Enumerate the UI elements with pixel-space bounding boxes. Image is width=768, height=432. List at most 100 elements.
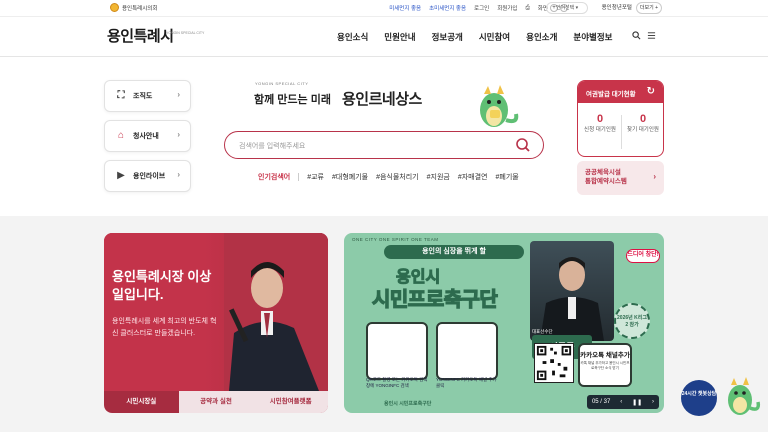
popular-keywords: 인기검색어 #교류 #대형폐기물 #음식물처리기 #지원금 #자매결연 #폐기물 xyxy=(258,172,519,182)
season-badge: 2026년 K리그2 참가 xyxy=(614,303,650,339)
main-navigation: 용인소식 민원안내 정보공개 시민참여 용인소개 분야별정보 xyxy=(337,31,613,43)
slide-counter: 05 / 37 xyxy=(591,399,611,405)
banner-slider-controls: 05 / 37 ‹ ❚❚ › xyxy=(587,395,659,409)
council-label: 용인특례시의회 xyxy=(122,5,158,12)
language-select[interactable]: 언어선택 ▾ xyxy=(546,2,588,14)
new-team-badge: 드디어 창단! xyxy=(626,249,660,263)
mayor-photo-area xyxy=(104,233,328,391)
hero-tagline-brand: 용인르네상스 xyxy=(342,91,422,108)
site-logo-subtitle: YONGIN SPECIAL CITY xyxy=(166,31,205,35)
utility-links: 미세먼지 좋음 초미세먼지 좋음 로그인 회원가입 ⎙ 화면 + − xyxy=(389,4,568,12)
youth-portal-link[interactable]: 용인청년포털 xyxy=(602,3,632,11)
signup-link[interactable]: 회원가입 xyxy=(497,4,517,12)
video-play-icon: ▶ xyxy=(117,170,125,181)
council-link[interactable]: 용인특례시의회 xyxy=(110,3,157,12)
nav-yongin-news[interactable]: 용인소식 xyxy=(337,31,368,43)
search-icon[interactable] xyxy=(632,31,641,40)
keyword-link[interactable]: #폐기물 xyxy=(496,172,519,182)
mayor-photo xyxy=(224,233,328,391)
divider xyxy=(298,173,300,181)
keyword-link[interactable]: #지원금 xyxy=(427,172,450,182)
applying-wait: 0 신청 대기인원 xyxy=(580,113,620,134)
chatbot-button[interactable]: 24시간 챗봇상담 xyxy=(681,380,717,416)
keyword-link[interactable]: #교류 xyxy=(307,172,324,182)
passport-widget-title: 여권발급 대기현황 xyxy=(586,91,636,98)
quick-link-label: 조직도 xyxy=(133,93,153,100)
chevron-right-icon: › xyxy=(653,172,656,181)
applying-wait-count: 0 xyxy=(596,113,604,125)
banner-step-2: YONGINFC 카카오톡 채널 추가 클릭 xyxy=(436,377,497,388)
header-icons xyxy=(632,31,656,40)
passport-widget-header: 여권발급 대기현황 ↻ xyxy=(578,81,663,103)
receiving-wait-count: 0 xyxy=(639,113,647,125)
print-icon[interactable]: ⎙ xyxy=(525,5,529,12)
passport-wait-widget: 여권발급 대기현황 ↻ 0 신청 대기인원 0 찾기 대기인원 xyxy=(577,80,664,157)
tab-citizen-mayor-office[interactable]: 시민시장실 xyxy=(104,391,179,413)
kakao-channel-card: 카카오톡 채널추가 카톡 채널 추가하고 용인시 시민프로축구단 소식 받기 xyxy=(578,343,632,387)
site-header: 용인특례시 YONGIN SPECIAL CITY 용인소식 민원안내 정보공개… xyxy=(0,17,768,57)
chevron-right-icon: › xyxy=(177,90,180,99)
next-slide-icon[interactable]: › xyxy=(652,399,654,405)
facility-label-line2: 통합예약시스템 xyxy=(585,178,627,185)
pause-icon[interactable]: ❚❚ xyxy=(632,399,642,406)
nav-civil-service[interactable]: 민원안내 xyxy=(384,31,415,43)
location-pin-icon: ⌂ xyxy=(117,130,125,141)
quick-link-label: 청사안내 xyxy=(133,133,159,140)
nav-citizen-participation[interactable]: 시민참여 xyxy=(479,31,510,43)
mayor-card-description: 용인특례시를 세계 최고의 반도체 혁신 클러스터로 만들겠습니다. xyxy=(112,318,217,337)
quick-link-org-chart[interactable]: ⛶ 조직도 › xyxy=(104,80,191,112)
mayor-card-title: 용인특례시장 이상일입니다. xyxy=(112,269,212,302)
qr-code-icon xyxy=(534,343,574,383)
prev-slide-icon[interactable]: ‹ xyxy=(620,399,622,405)
mayor-card-tabs: 시민시장실 공약과 실천 시민참여플랫폼 xyxy=(104,391,328,413)
nav-info-disclosure[interactable]: 정보공개 xyxy=(432,31,463,43)
main-search-box[interactable]: 검색어를 입력해주세요 xyxy=(224,131,544,159)
kakao-channel-desc: 카톡 채널 추가하고 용인시 시민프로축구단 소식 받기 xyxy=(580,361,630,370)
dragon-mascot-icon xyxy=(480,85,519,127)
search-icon[interactable] xyxy=(515,137,531,153)
banner-step-1: QR코드 촬영 또는 카카오톡 검색창에 YONGINFC 검색 xyxy=(366,377,428,388)
phone-mockup-1 xyxy=(366,322,428,380)
tab-pledges[interactable]: 공약과 실천 xyxy=(179,391,254,413)
hamburger-icon[interactable] xyxy=(647,31,656,40)
dragon-mascot-icon xyxy=(728,377,761,415)
hero-tagline-small: YONGIN SPECIAL CITY xyxy=(255,81,309,86)
keyword-link[interactable]: #음식물처리기 xyxy=(376,172,419,182)
phone-mockup-2 xyxy=(436,322,498,380)
tab-citizen-platform[interactable]: 시민참여플랫폼 xyxy=(253,391,328,413)
fc-banner[interactable]: ONE CITY ONE SPIRIT ONE TEAM 용인의 심장을 뛰게 … xyxy=(344,233,664,413)
fine-dust-status[interactable]: 미세먼지 좋음 xyxy=(389,4,421,12)
popular-keywords-label: 인기검색어 xyxy=(258,174,291,181)
receiving-wait: 0 찾기 대기인원 xyxy=(623,113,663,134)
org-chart-icon: ⛶ xyxy=(117,90,125,101)
quick-link-city-hall[interactable]: ⌂ 청사안내 › xyxy=(104,120,191,152)
hero-tagline: 함께 만드는 미래 xyxy=(254,94,331,106)
quick-link-label: 용인라이브 xyxy=(133,173,166,180)
facility-label-line1: 공공체육시설 xyxy=(585,169,621,176)
banner-footer: 용인시 시민프로축구단 xyxy=(384,401,432,407)
receiving-wait-label: 찾기 대기인원 xyxy=(627,127,659,133)
login-link[interactable]: 로그인 xyxy=(474,4,489,12)
nav-field-info[interactable]: 분야별정보 xyxy=(573,31,612,43)
applying-wait-label: 신청 대기인원 xyxy=(584,127,616,133)
mayor-card: 용인특례시장 이상일입니다. 용인특례시를 세계 최고의 반도체 혁신 클러스터… xyxy=(104,233,328,413)
chevron-right-icon: › xyxy=(177,130,180,139)
more-button[interactable]: 더보기 + xyxy=(636,2,662,14)
player-photo xyxy=(530,241,614,341)
utility-bar: 용인특례시의회 미세먼지 좋음 초미세먼지 좋음 로그인 회원가입 ⎙ 화면 +… xyxy=(0,0,768,17)
keyword-link[interactable]: #자매결연 xyxy=(458,172,488,182)
ultrafine-dust-status[interactable]: 초미세먼지 좋음 xyxy=(429,4,466,12)
divider xyxy=(621,115,622,149)
sports-facility-reservation-link[interactable]: 공공체육시설 통합예약시스템 › xyxy=(577,161,664,195)
quick-link-yongin-live[interactable]: ▶ 용인라이브 › xyxy=(104,160,191,192)
council-logo-icon xyxy=(110,3,119,12)
kakao-channel-title: 카카오톡 채널추가 xyxy=(580,352,630,359)
chevron-right-icon: › xyxy=(177,170,180,179)
banner-title-line2: 시민프로축구단 xyxy=(371,288,498,311)
nav-about-yongin[interactable]: 용인소개 xyxy=(526,31,557,43)
site-logo[interactable]: 용인특례시 xyxy=(107,25,174,46)
search-input[interactable]: 검색어를 입력해주세요 xyxy=(239,141,305,151)
keyword-link[interactable]: #대형폐기물 xyxy=(332,172,368,182)
banner-subtitle: 용인의 심장을 뛰게 할 xyxy=(384,245,524,259)
refresh-icon[interactable]: ↻ xyxy=(647,86,655,97)
